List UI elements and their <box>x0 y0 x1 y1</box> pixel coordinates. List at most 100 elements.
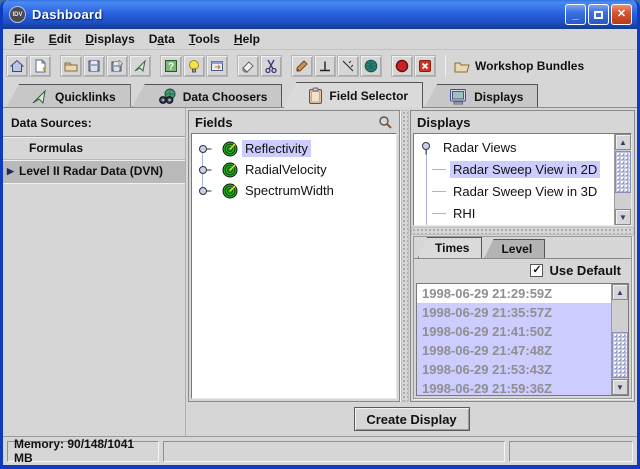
menu-displays[interactable]: Displays <box>78 30 141 48</box>
menu-file[interactable]: File <box>7 30 42 48</box>
cancel-icon <box>417 58 433 74</box>
radar-icon <box>222 162 238 178</box>
cancel-button[interactable] <box>414 55 436 77</box>
field-selector-content: Data Sources: ▶ Formulas ▶ Level II Rada… <box>3 108 637 436</box>
open-button[interactable] <box>60 55 82 77</box>
maximize-icon <box>594 11 603 19</box>
source-item-formulas[interactable]: ▶ Formulas <box>3 137 185 160</box>
home-button[interactable] <box>6 55 28 77</box>
field-row-radialvelocity[interactable]: RadialVelocity <box>196 159 396 180</box>
use-default-checkbox[interactable]: ✓ <box>530 264 543 277</box>
tab-quicklinks[interactable]: Quicklinks <box>6 84 131 108</box>
time-row[interactable]: 1998-06-29 21:47:48Z <box>417 341 611 360</box>
scrollbar-thumb[interactable] <box>615 151 631 193</box>
tab-level[interactable]: Level <box>484 239 545 258</box>
data-sources-panel: Data Sources: ▶ Formulas ▶ Level II Rada… <box>3 108 186 436</box>
tab-label: Data Choosers <box>183 90 268 104</box>
split-divider-horizontal[interactable] <box>411 227 634 235</box>
tree-expander-icon[interactable] <box>420 140 436 156</box>
save-icon <box>86 58 102 74</box>
dashboard-window: IDV Dashboard _ ✕ File Edit Displays Dat… <box>0 0 640 469</box>
measure-button[interactable] <box>337 55 359 77</box>
scroll-down-icon[interactable]: ▼ <box>612 379 628 395</box>
radar-icon <box>222 141 238 157</box>
cut-button[interactable] <box>260 55 282 77</box>
display-item-3d[interactable]: Radar Sweep View in 3D <box>420 180 631 202</box>
workshop-bundles[interactable]: Workshop Bundles <box>454 59 584 73</box>
scroll-up-icon[interactable]: ▲ <box>615 134 631 150</box>
help-button[interactable]: ? <box>160 55 182 77</box>
field-label: Reflectivity <box>242 140 311 157</box>
toolbar: ? Workshop Bundles <box>3 50 637 81</box>
fields-header: Fields <box>195 115 233 130</box>
display-item-cappi[interactable]: CAPPI <box>420 224 631 226</box>
menu-tools[interactable]: Tools <box>182 30 227 48</box>
pencil-icon <box>294 58 310 74</box>
memory-status: Memory: 90/148/1041 MB <box>7 441 159 462</box>
time-row[interactable]: 1998-06-29 21:29:59Z <box>417 284 611 303</box>
measure-line-icon <box>340 58 356 74</box>
fields-tree-box: Reflectivity RadialVelocity SpectrumWidt <box>191 133 397 399</box>
title-bar[interactable]: IDV Dashboard _ ✕ <box>3 0 637 29</box>
search-icon[interactable] <box>377 114 393 130</box>
display-item-rhi[interactable]: RHI <box>420 202 631 224</box>
maximize-button[interactable] <box>588 4 609 25</box>
scroll-down-icon[interactable]: ▼ <box>615 209 631 225</box>
menu-edit[interactable]: Edit <box>42 30 79 48</box>
scrollbar-thumb[interactable] <box>612 332 628 378</box>
idv-logo-icon: IDV <box>9 6 26 23</box>
time-row[interactable]: 1998-06-29 21:41:50Z <box>417 322 611 341</box>
use-default-row: ✓ Use Default <box>414 259 631 282</box>
fields-panel: Fields Reflectivity <box>188 110 400 402</box>
edit-formulas-button[interactable] <box>291 55 313 77</box>
displays-scrollbar[interactable]: ▲ ▼ <box>614 134 631 225</box>
tree-expander-icon[interactable] <box>196 142 218 156</box>
tab-label: Quicklinks <box>55 90 116 104</box>
console-button[interactable] <box>206 55 228 77</box>
tree-expander-icon[interactable] <box>196 163 218 177</box>
tips-button[interactable] <box>183 55 205 77</box>
save-button[interactable] <box>83 55 105 77</box>
erase-button[interactable] <box>237 55 259 77</box>
close-button[interactable]: ✕ <box>611 4 632 25</box>
tab-displays[interactable]: Displays <box>424 84 538 108</box>
publish-icon <box>132 58 148 74</box>
display-group-radar-views[interactable]: Radar Views <box>420 137 631 158</box>
source-item-level2-radar[interactable]: ▶ Level II Radar Data (DVN) <box>3 160 185 183</box>
new-bundle-button[interactable] <box>29 55 51 77</box>
stop-loads-button[interactable] <box>391 55 413 77</box>
field-label: RadialVelocity <box>242 161 330 178</box>
globe-button[interactable] <box>360 55 382 77</box>
tab-label: Displays <box>474 90 523 104</box>
field-label: SpectrumWidth <box>242 182 337 199</box>
time-row[interactable]: 1998-06-29 21:35:57Z <box>417 303 611 322</box>
displays-tree-box: Radar Views Radar Sweep View in 2D Radar… <box>413 133 632 226</box>
tab-label: Field Selector <box>329 89 408 103</box>
tips-bulb-icon <box>186 58 202 74</box>
tab-field-selector[interactable]: Field Selector <box>283 82 423 108</box>
menu-help[interactable]: Help <box>227 30 267 48</box>
minimize-button[interactable]: _ <box>565 4 586 25</box>
field-row-spectrumwidth[interactable]: SpectrumWidth <box>196 180 396 201</box>
save-as-button[interactable] <box>106 55 128 77</box>
globe-icon <box>363 58 379 74</box>
subset-panel: Times Level ✓ Use Default 1998-06-29 21:… <box>413 236 632 399</box>
times-scrollbar[interactable]: ▲ ▼ <box>611 284 628 395</box>
menu-data[interactable]: Data <box>142 30 182 48</box>
open-folder-icon <box>63 58 79 74</box>
time-row[interactable]: 1998-06-29 21:53:43Z <box>417 360 611 379</box>
scroll-up-icon[interactable]: ▲ <box>612 284 628 300</box>
tree-expander-icon[interactable] <box>196 184 218 198</box>
field-row-reflectivity[interactable]: Reflectivity <box>196 138 396 159</box>
toolbar-separator <box>445 55 446 77</box>
create-display-button[interactable]: Create Display <box>354 407 470 431</box>
display-label: RHI <box>450 205 478 222</box>
publish-button[interactable] <box>129 55 151 77</box>
times-list-box: 1998-06-29 21:29:59Z 1998-06-29 21:35:57… <box>416 283 629 396</box>
axis-button[interactable] <box>314 55 336 77</box>
split-divider-vertical[interactable] <box>401 110 409 402</box>
tab-times[interactable]: Times <box>418 237 482 258</box>
tab-data-choosers[interactable]: Data Choosers <box>132 84 283 108</box>
time-row[interactable]: 1998-06-29 21:59:36Z <box>417 379 611 396</box>
display-item-2d[interactable]: Radar Sweep View in 2D <box>420 158 631 180</box>
